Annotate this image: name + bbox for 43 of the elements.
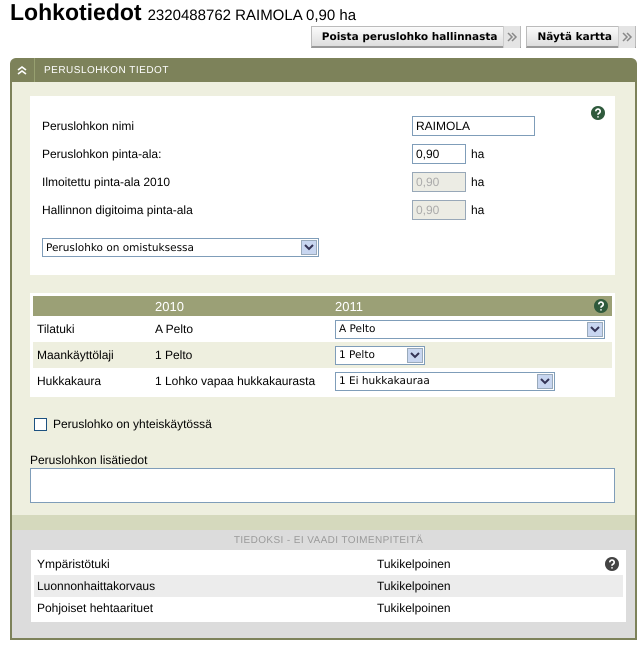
- info-title: TIEDOKSI - EI VAADI TOIMENPITEITÄ: [232, 535, 424, 546]
- checkbox-label: Peruslohko on yhteiskäytössä: [53, 417, 212, 431]
- table-cell-text: Luonnonhaittakorvaus: [36, 579, 156, 593]
- field-label: Peruslohkon nimi: [42, 119, 136, 133]
- action-button[interactable]: Näytä kartta: [526, 26, 636, 48]
- field-label: Ilmoitettu pinta-ala 2010: [42, 175, 172, 189]
- notes-label: Peruslohkon lisätiedot: [30, 453, 148, 467]
- table-cell: Tukikelpoinen: [377, 601, 451, 615]
- table-cell-text: Pohjoiset hehtaarituet: [36, 601, 154, 615]
- page-title: Lohkotiedot: [10, 0, 142, 25]
- unit-label: ha: [471, 175, 484, 189]
- year-dropdown[interactable]: A Pelto: [335, 320, 605, 338]
- action-button[interactable]: Poista peruslohko hallinnasta: [310, 26, 522, 48]
- input-field[interactable]: RAIMOLA: [412, 116, 535, 136]
- notes-field[interactable]: [30, 468, 615, 503]
- table-cell-text: 1 Pelto: [155, 348, 194, 362]
- table-cell-text: 1 Lohko vapaa hukkakaurasta: [155, 374, 316, 388]
- table-cell-text: Tilatuki: [36, 322, 76, 336]
- input-field[interactable]: 0,90: [412, 144, 466, 164]
- column-header: 2011: [335, 298, 363, 314]
- chevron-icon: [503, 26, 520, 48]
- chevron-icon: [618, 26, 635, 48]
- panel-title: PERUSLOHKON TIEDOT: [43, 64, 169, 76]
- checkbox[interactable]: [34, 418, 47, 430]
- table-cell: Tukikelpoinen: [377, 557, 451, 571]
- help-icon[interactable]: [605, 557, 619, 571]
- page-subtitle: 2320488762 RAIMOLA 0,90 ha: [148, 7, 356, 24]
- ownership-dropdown[interactable]: Peruslohko on omistuksessa: [42, 238, 319, 257]
- field-label: Peruslohkon pinta-ala:: [42, 147, 162, 161]
- column-header: 2010: [155, 298, 185, 314]
- table-cell-text: Ympäristötuki: [36, 557, 111, 571]
- table-cell-text: Hukkakaura: [36, 374, 102, 388]
- year-dropdown[interactable]: 1 Ei hukkakauraa: [335, 372, 555, 390]
- table-cell: Tukikelpoinen: [377, 579, 451, 593]
- help-icon[interactable]: [591, 106, 605, 120]
- unit-label: ha: [471, 147, 484, 161]
- chevron-icon: [16, 65, 28, 75]
- table-cell-text: Maankäyttölaji: [36, 348, 115, 362]
- field-label: Hallinnon digitoima pinta-ala: [42, 203, 194, 217]
- year-dropdown[interactable]: 1 Pelto: [335, 346, 425, 364]
- table-cell-text: A Pelto: [155, 322, 194, 336]
- unit-label: ha: [471, 203, 484, 217]
- help-icon[interactable]: [594, 299, 608, 313]
